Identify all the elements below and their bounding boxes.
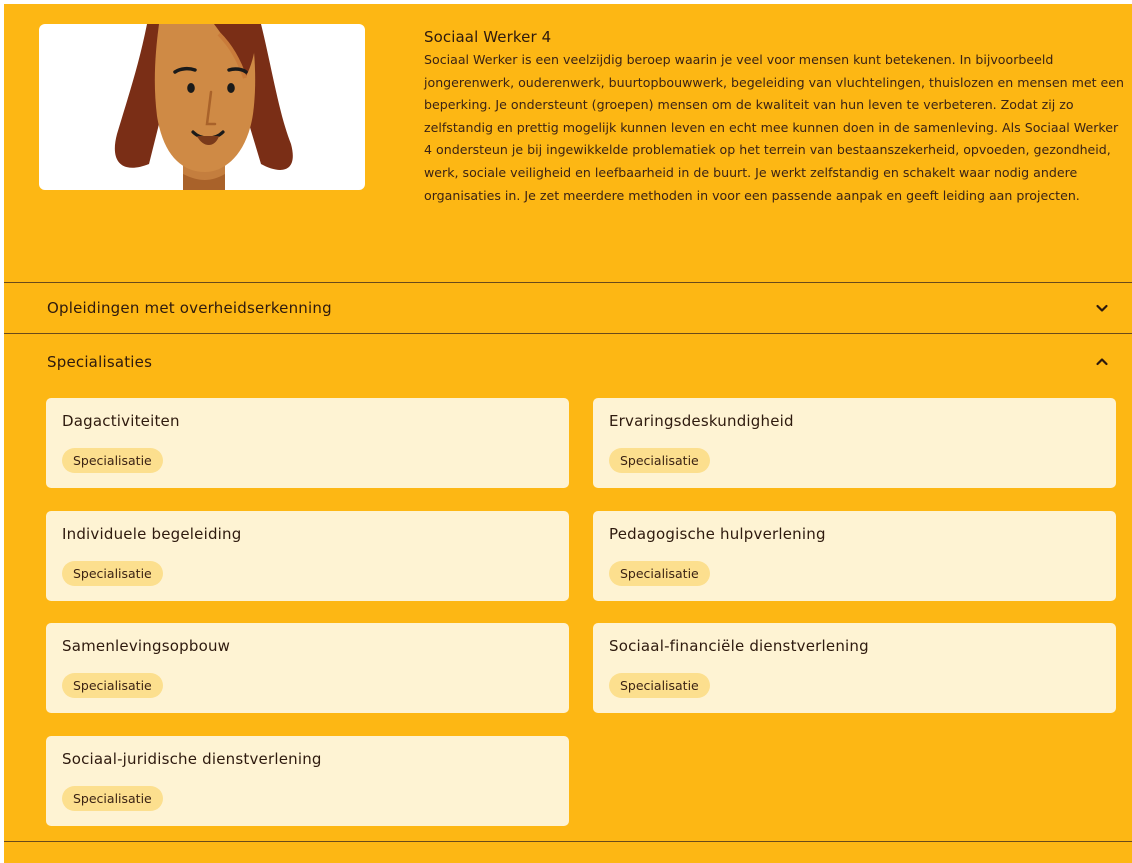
accordion-specialisaties[interactable]: Specialisaties: [4, 338, 1132, 386]
specialisation-card[interactable]: Samenlevingsopbouw Specialisatie: [46, 623, 569, 713]
card-title: Individuele begeleiding: [62, 525, 242, 543]
specialisation-tag: Specialisatie: [62, 561, 163, 586]
intro-title: Sociaal Werker 4: [424, 28, 552, 46]
card-title: Dagactiviteiten: [62, 412, 180, 430]
accordion-opleidingen[interactable]: Opleidingen met overheidserkenning: [4, 284, 1132, 332]
specialisation-card[interactable]: Ervaringsdeskundigheid Specialisatie: [593, 398, 1116, 488]
intro-paragraph: Sociaal Werker is een veelzijdig beroep …: [424, 52, 1125, 203]
card-title: Samenlevingsopbouw: [62, 637, 231, 655]
specialisation-tag: Specialisatie: [609, 673, 710, 698]
specialisation-tag: Specialisatie: [62, 673, 163, 698]
chevron-down-icon: [1096, 304, 1108, 312]
specialisation-tag: Specialisatie: [62, 448, 163, 473]
card-title: Pedagogische hulpverlening: [609, 525, 826, 543]
specialisation-tag: Specialisatie: [609, 448, 710, 473]
intro-section: Sociaal Werker 4 Sociaal Werker is een v…: [424, 26, 1128, 207]
woman-portrait-illustration: [39, 24, 365, 190]
chevron-up-icon: [1096, 358, 1108, 366]
accordion-label: Opleidingen met overheidserkenning: [47, 299, 332, 317]
specialisation-card[interactable]: Sociaal-financiële dienstverlening Speci…: [593, 623, 1116, 713]
card-title: Ervaringsdeskundigheid: [609, 412, 794, 430]
portrait-svg: [114, 24, 293, 190]
specialisation-card[interactable]: Pedagogische hulpverlening Specialisatie: [593, 511, 1116, 601]
card-title: Sociaal-juridische dienstverlening: [62, 750, 322, 768]
specialisation-tag: Specialisatie: [609, 561, 710, 586]
specialisation-card[interactable]: Dagactiviteiten Specialisatie: [46, 398, 569, 488]
section-divider: [4, 841, 1132, 842]
education-panel: Sociaal Werker 4 Sociaal Werker is een v…: [4, 4, 1132, 863]
section-divider: [4, 282, 1132, 283]
specialisation-card[interactable]: Individuele begeleiding Specialisatie: [46, 511, 569, 601]
specialisation-card[interactable]: Sociaal-juridische dienstverlening Speci…: [46, 736, 569, 826]
section-divider: [4, 333, 1132, 334]
specialisation-tag: Specialisatie: [62, 786, 163, 811]
card-title: Sociaal-financiële dienstverlening: [609, 637, 869, 655]
accordion-label: Specialisaties: [47, 353, 153, 371]
